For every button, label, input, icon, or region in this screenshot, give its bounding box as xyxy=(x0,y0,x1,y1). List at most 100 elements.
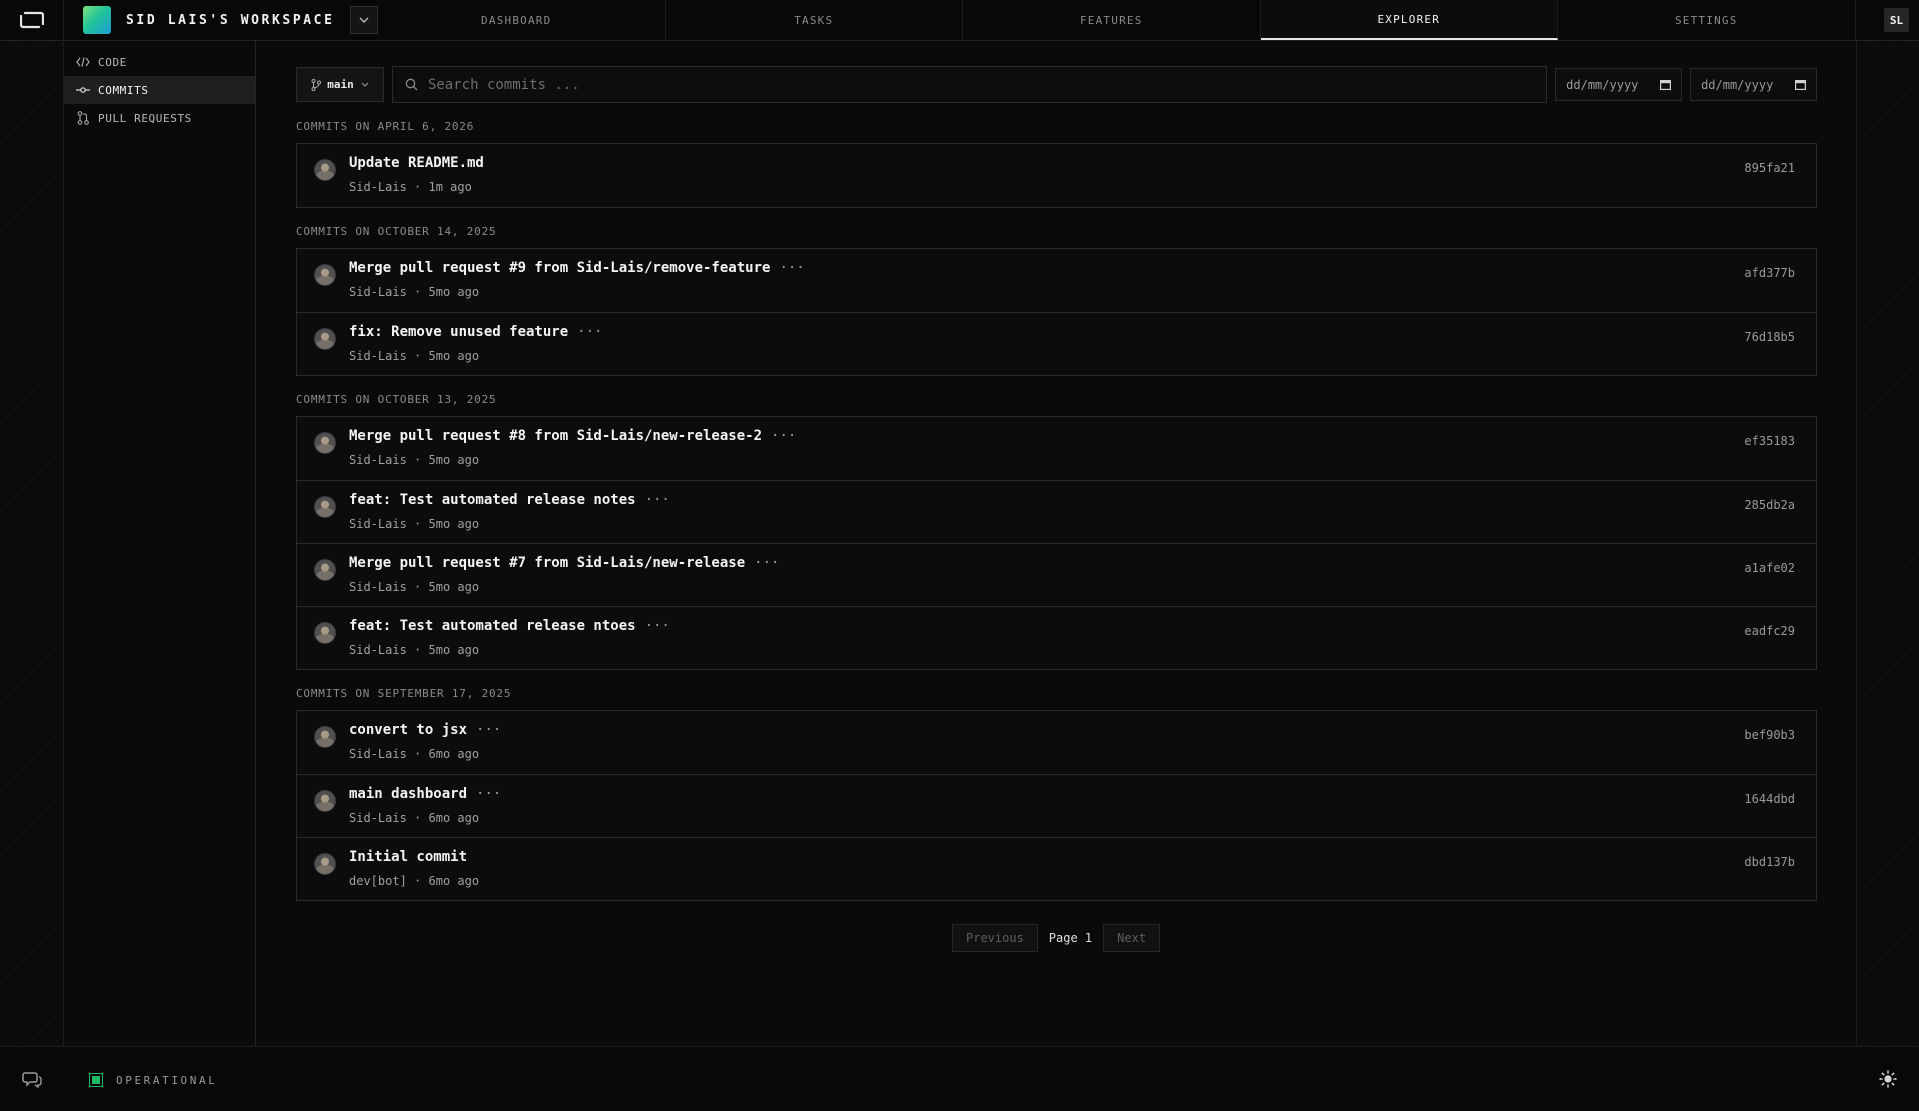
commit-group-heading: COMMITS ON SEPTEMBER 17, 2025 xyxy=(296,687,512,700)
commit-sha[interactable]: eadfc29 xyxy=(1744,624,1795,638)
pagination: Previous Page 1 Next xyxy=(952,924,1161,952)
commit-message[interactable]: Merge pull request #8 from Sid-Lais/new-… xyxy=(349,428,796,444)
status-indicator-icon xyxy=(89,1073,103,1087)
commit-row[interactable]: feat: Test automated release notes ··· Si… xyxy=(297,480,1816,543)
commit-sha[interactable]: dbd137b xyxy=(1744,855,1795,869)
commit-row[interactable]: convert to jsx ··· Sid-Lais · 6mo ago bef… xyxy=(297,711,1816,774)
author-avatar xyxy=(314,726,336,748)
search-input[interactable] xyxy=(427,76,1528,93)
date-to-input[interactable]: dd/mm/yyyy xyxy=(1690,68,1817,101)
more-icon[interactable]: ··· xyxy=(476,786,501,802)
branch-name: main xyxy=(327,78,354,91)
calendar-icon xyxy=(1660,80,1672,90)
commit-list: convert to jsx ··· Sid-Lais · 6mo ago bef… xyxy=(296,710,1817,901)
branch-icon xyxy=(311,78,322,91)
commit-sha[interactable]: 285db2a xyxy=(1744,498,1795,512)
sidebar-item-label: COMMITS xyxy=(98,83,149,97)
commit-row[interactable]: feat: Test automated release ntoes ··· Si… xyxy=(297,606,1816,669)
commit-row[interactable]: Initial commit dev[bot] · 6mo ago dbd137… xyxy=(297,837,1816,900)
author-avatar xyxy=(314,790,336,812)
sidebar-item-commits[interactable]: COMMITS xyxy=(64,76,255,104)
workspace-name: SID LAIS'S WORKSPACE xyxy=(126,12,335,28)
commit-row[interactable]: Update README.md Sid-Lais · 1m ago 895fa… xyxy=(297,144,1816,207)
tab-settings[interactable]: SETTINGS xyxy=(1558,0,1856,40)
sidebar-item-label: CODE xyxy=(98,55,127,69)
date-to-placeholder: dd/mm/yyyy xyxy=(1701,77,1774,92)
commit-meta: Sid-Lais · 5mo ago xyxy=(349,453,480,467)
tab-explorer[interactable]: EXPLORER xyxy=(1260,0,1558,40)
code-icon xyxy=(76,55,90,69)
commit-row[interactable]: main dashboard ··· Sid-Lais · 6mo ago 164… xyxy=(297,774,1816,837)
commit-message[interactable]: Merge pull request #7 from Sid-Lais/new-… xyxy=(349,555,779,571)
calendar-icon xyxy=(1794,80,1806,90)
commit-group-heading: COMMITS ON APRIL 6, 2026 xyxy=(296,120,475,133)
commits-toolbar: main dd/mm/yyyy dd/mm/yyyy xyxy=(296,66,1817,103)
sidebar-item-code[interactable]: CODE xyxy=(64,48,255,76)
pull-request-icon xyxy=(76,111,90,125)
commit-sha[interactable]: afd377b xyxy=(1744,266,1795,280)
more-icon[interactable]: ··· xyxy=(645,492,670,508)
sidebar-item-pull-requests[interactable]: PULL REQUESTS xyxy=(64,104,255,132)
workspace-switcher[interactable]: SID LAIS'S WORKSPACE xyxy=(83,6,378,34)
commits-panel: main dd/mm/yyyy dd/mm/yyyy COMMITS ON AP… xyxy=(256,41,1856,1046)
author-avatar xyxy=(314,264,336,286)
sun-icon[interactable] xyxy=(1879,1070,1897,1088)
commit-meta: Sid-Lais · 5mo ago xyxy=(349,517,480,531)
tab-features[interactable]: FEATURES xyxy=(963,0,1261,40)
commit-row[interactable]: Merge pull request #8 from Sid-Lais/new-… xyxy=(297,417,1816,480)
more-icon[interactable]: ··· xyxy=(779,260,804,276)
more-icon[interactable]: ··· xyxy=(476,722,501,738)
commit-list: Update README.md Sid-Lais · 1m ago 895fa… xyxy=(296,143,1817,208)
commit-group-heading: COMMITS ON OCTOBER 14, 2025 xyxy=(296,225,497,238)
commit-message[interactable]: feat: Test automated release ntoes ··· xyxy=(349,618,670,634)
more-icon[interactable]: ··· xyxy=(577,324,602,340)
app-logo-icon xyxy=(19,11,44,29)
commit-sha[interactable]: 76d18b5 xyxy=(1744,330,1795,344)
commit-message[interactable]: Merge pull request #9 from Sid-Lais/remo… xyxy=(349,260,805,276)
main-nav: DASHBOARD TASKS FEATURES EXPLORER SETTIN… xyxy=(368,0,1856,40)
commit-sha[interactable]: 1644dbd xyxy=(1744,792,1795,806)
app-logo[interactable] xyxy=(0,0,64,40)
branch-selector[interactable]: main xyxy=(296,67,384,102)
top-bar: SID LAIS'S WORKSPACE DASHBOARD TASKS FEA… xyxy=(0,0,1919,41)
commit-meta: Sid-Lais · 6mo ago xyxy=(349,747,480,761)
author-avatar xyxy=(314,432,336,454)
author-avatar xyxy=(314,853,336,875)
workspace-avatar xyxy=(83,6,111,34)
commit-message[interactable]: main dashboard ··· xyxy=(349,786,501,802)
commit-message[interactable]: feat: Test automated release notes ··· xyxy=(349,492,670,508)
commit-sha[interactable]: 895fa21 xyxy=(1744,161,1795,175)
status-text: OPERATIONAL xyxy=(116,1074,218,1087)
commit-message[interactable]: Initial commit xyxy=(349,849,467,865)
commit-meta: Sid-Lais · 1m ago xyxy=(349,180,472,194)
left-rail xyxy=(0,41,64,1046)
previous-page-button[interactable]: Previous xyxy=(952,924,1038,952)
date-from-placeholder: dd/mm/yyyy xyxy=(1566,77,1639,92)
commit-meta: Sid-Lais · 5mo ago xyxy=(349,349,480,363)
commit-sha[interactable]: bef90b3 xyxy=(1744,728,1795,742)
commit-list: Merge pull request #8 from Sid-Lais/new-… xyxy=(296,416,1817,670)
commit-row[interactable]: Merge pull request #7 from Sid-Lais/new-… xyxy=(297,543,1816,606)
commit-message[interactable]: fix: Remove unused feature ··· xyxy=(349,324,602,340)
author-avatar xyxy=(314,559,336,581)
right-rail xyxy=(1856,41,1919,1046)
commit-meta: Sid-Lais · 5mo ago xyxy=(349,285,480,299)
date-from-input[interactable]: dd/mm/yyyy xyxy=(1555,68,1683,101)
user-avatar[interactable]: SL xyxy=(1884,8,1909,32)
commit-sha[interactable]: ef35183 xyxy=(1744,434,1795,448)
more-icon[interactable]: ··· xyxy=(754,555,779,571)
commit-message[interactable]: convert to jsx ··· xyxy=(349,722,501,738)
commit-row[interactable]: Merge pull request #9 from Sid-Lais/remo… xyxy=(297,249,1816,312)
search-icon xyxy=(405,78,418,91)
sidebar-item-label: PULL REQUESTS xyxy=(98,111,192,125)
status-bar: OPERATIONAL xyxy=(0,1046,1919,1111)
chat-icon[interactable] xyxy=(22,1069,42,1089)
commit-sha[interactable]: a1afe02 xyxy=(1744,561,1795,575)
commit-row[interactable]: fix: Remove unused feature ··· Sid-Lais ·… xyxy=(297,312,1816,375)
more-icon[interactable]: ··· xyxy=(771,428,796,444)
more-icon[interactable]: ··· xyxy=(645,618,670,634)
tab-tasks[interactable]: TASKS xyxy=(666,0,963,40)
next-page-button[interactable]: Next xyxy=(1103,924,1161,952)
tab-dashboard[interactable]: DASHBOARD xyxy=(368,0,666,40)
commit-message[interactable]: Update README.md xyxy=(349,155,484,171)
